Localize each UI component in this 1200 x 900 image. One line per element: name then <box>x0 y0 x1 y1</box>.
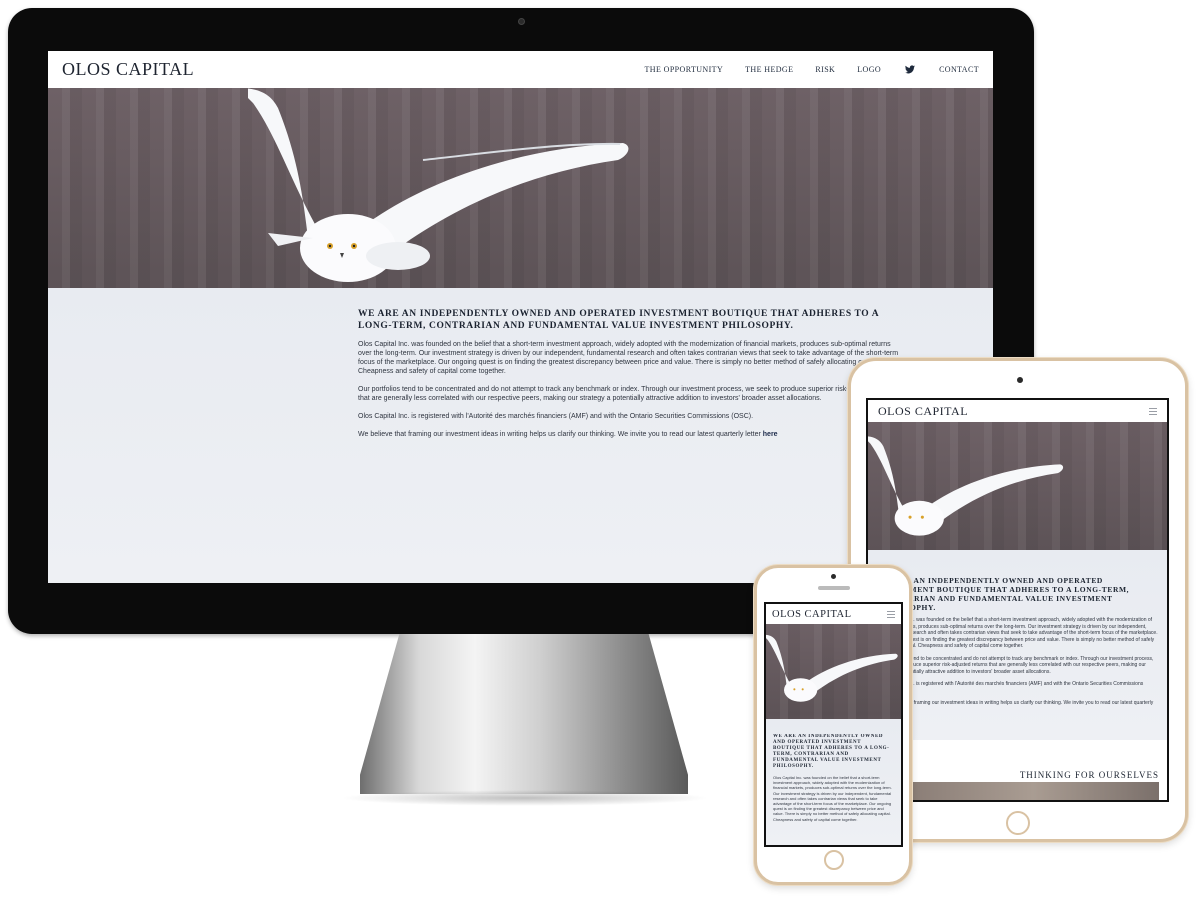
nav-the-hedge[interactable]: THE HEDGE <box>745 65 793 74</box>
letter-text: We believe that framing our investment i… <box>358 431 761 438</box>
paragraph-portfolios: Our portfolios tend to be concentrated a… <box>358 386 899 402</box>
iphone-speaker <box>818 586 850 590</box>
paragraph-registration: Olos Capital Inc. is registered with l'A… <box>358 413 754 420</box>
section-title-thinking: THINKING FOR OURSELVES <box>1019 770 1159 780</box>
imac-stand-shadow <box>340 790 710 806</box>
phone-hero: WE ARE AN INDEPENDENTLY OWNED AND OPERAT… <box>766 624 901 845</box>
tablet-paragraph-registration: Olos Capital Inc. is registered with l'A… <box>878 681 1144 694</box>
iphone-home-button <box>824 850 844 870</box>
tablet-hamburger-menu-icon[interactable] <box>1149 407 1157 415</box>
phone-snowy-owl-image <box>766 634 898 702</box>
phone-content: WE ARE AN INDEPENDENTLY OWNED AND OPERAT… <box>773 734 893 845</box>
tablet-section-thinking: THINKING FOR OURSELVES <box>868 740 1167 800</box>
tablet-brand-logo[interactable]: OLOS CAPITAL <box>878 404 968 419</box>
ipad-home-button <box>1006 811 1030 835</box>
phone-paragraph-about: Olos Capital Inc. was founded on the bel… <box>773 775 892 822</box>
desktop-header: OLOS CAPITAL THE OPPORTUNITY THE HEDGE R… <box>48 51 993 88</box>
imac-stand <box>360 634 688 794</box>
brand-logo[interactable]: OLOS CAPITAL <box>62 59 194 80</box>
nav-risk[interactable]: RISK <box>815 65 835 74</box>
desktop-content: WE ARE AN INDEPENDENTLY OWNED AND OPERAT… <box>358 308 903 439</box>
paragraph-letter: We believe that framing our investment i… <box>358 430 903 439</box>
tablet-letter-text: We believe that framing our investment i… <box>878 700 1154 713</box>
phone-hamburger-menu-icon[interactable] <box>887 610 895 618</box>
paragraph-about: Olos Capital Inc. was founded on the bel… <box>358 341 899 375</box>
nav-the-opportunity[interactable]: THE OPPORTUNITY <box>645 65 724 74</box>
phone-headline: WE ARE AN INDEPENDENTLY OWNED AND OPERAT… <box>773 734 890 769</box>
headline: WE ARE AN INDEPENDENTLY OWNED AND OPERAT… <box>358 309 879 331</box>
tablet-content: WE ARE AN INDEPENDENTLY OWNED AND OPERAT… <box>878 576 1158 713</box>
iphone-camera <box>831 574 836 579</box>
tablet-paragraph-letter: We believe that framing our investment i… <box>878 700 1158 713</box>
tablet-snowy-owl-image <box>868 436 1064 536</box>
ipad-camera <box>1017 377 1023 383</box>
phone-website-screen: OLOS CAPITAL WE ARE AN INDEPENDENTLY OWN… <box>764 602 903 847</box>
tablet-paragraph-about: Olos Capital Inc. was founded on the bel… <box>878 617 1158 649</box>
tablet-paragraph-portfolios: Our portfolios tend to be concentrated a… <box>878 655 1154 675</box>
tablet-header: OLOS CAPITAL <box>868 400 1167 422</box>
tablet-headline: WE ARE AN INDEPENDENTLY OWNED AND OPERAT… <box>878 576 1130 612</box>
desktop-nav: THE OPPORTUNITY THE HEDGE RISK LOGO CONT… <box>645 65 980 74</box>
imac-camera <box>518 18 525 25</box>
section-image <box>908 782 1159 800</box>
nav-contact[interactable]: CONTACT <box>939 65 979 74</box>
letter-link[interactable]: here <box>763 431 778 438</box>
twitter-icon[interactable] <box>905 65 916 74</box>
nav-logo[interactable]: LOGO <box>857 65 881 74</box>
snowy-owl-image <box>248 88 629 282</box>
phone-brand-logo[interactable]: OLOS CAPITAL <box>772 609 852 620</box>
tablet-hero: WE ARE AN INDEPENDENTLY OWNED AND OPERAT… <box>868 422 1167 740</box>
phone-header: OLOS CAPITAL <box>766 604 901 624</box>
